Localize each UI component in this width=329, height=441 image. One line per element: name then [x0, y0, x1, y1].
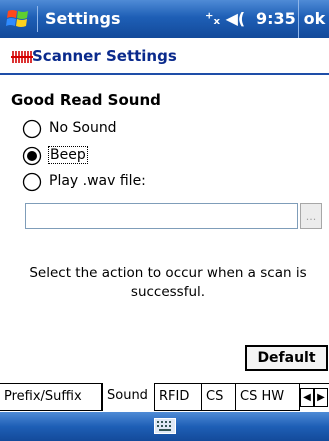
window-title: Settings — [45, 9, 121, 28]
no-sound-radio[interactable] — [22, 119, 42, 139]
windows-start-icon[interactable] — [5, 6, 31, 32]
scanner-icon — [11, 49, 33, 65]
title-separator — [37, 6, 38, 32]
tab-strip: Prefix/Suffix Sound RFID CS CS HW ◀ ▶ — [0, 383, 329, 413]
tab-cs-hw[interactable]: CS HW — [236, 384, 300, 411]
tab-rfid[interactable]: RFID — [155, 384, 202, 411]
keyboard-icon[interactable] — [154, 418, 176, 434]
help-text: Select the action to occur when a scan i… — [29, 265, 307, 300]
tab-prefix-suffix[interactable]: Prefix/Suffix — [0, 384, 102, 411]
tab-scroll-right-icon[interactable]: ▶ — [314, 388, 328, 407]
browse-button[interactable]: ... — [300, 203, 322, 229]
tab-scroll-left-icon[interactable]: ◀ — [300, 388, 314, 407]
tab-cs[interactable]: CS — [202, 384, 236, 411]
tab-sound[interactable]: Sound — [102, 383, 155, 411]
page-title: Scanner Settings — [32, 47, 177, 65]
play-wav-label[interactable]: Play .wav file: — [49, 173, 146, 189]
no-sound-label[interactable]: No Sound — [49, 120, 117, 136]
clock[interactable]: 9:35 — [256, 9, 296, 28]
beep-radio[interactable] — [22, 146, 42, 166]
header-divider — [0, 73, 329, 75]
good-read-sound-label: Good Read Sound — [11, 91, 161, 109]
wav-file-input[interactable] — [25, 203, 298, 229]
play-wav-radio[interactable] — [22, 172, 42, 192]
beep-label[interactable]: Beep — [48, 146, 88, 164]
ok-button[interactable]: ok — [298, 0, 329, 38]
connectivity-volume-icons[interactable]: ⁺ₓ ◀( — [205, 9, 245, 28]
default-button[interactable]: Default — [245, 345, 328, 371]
